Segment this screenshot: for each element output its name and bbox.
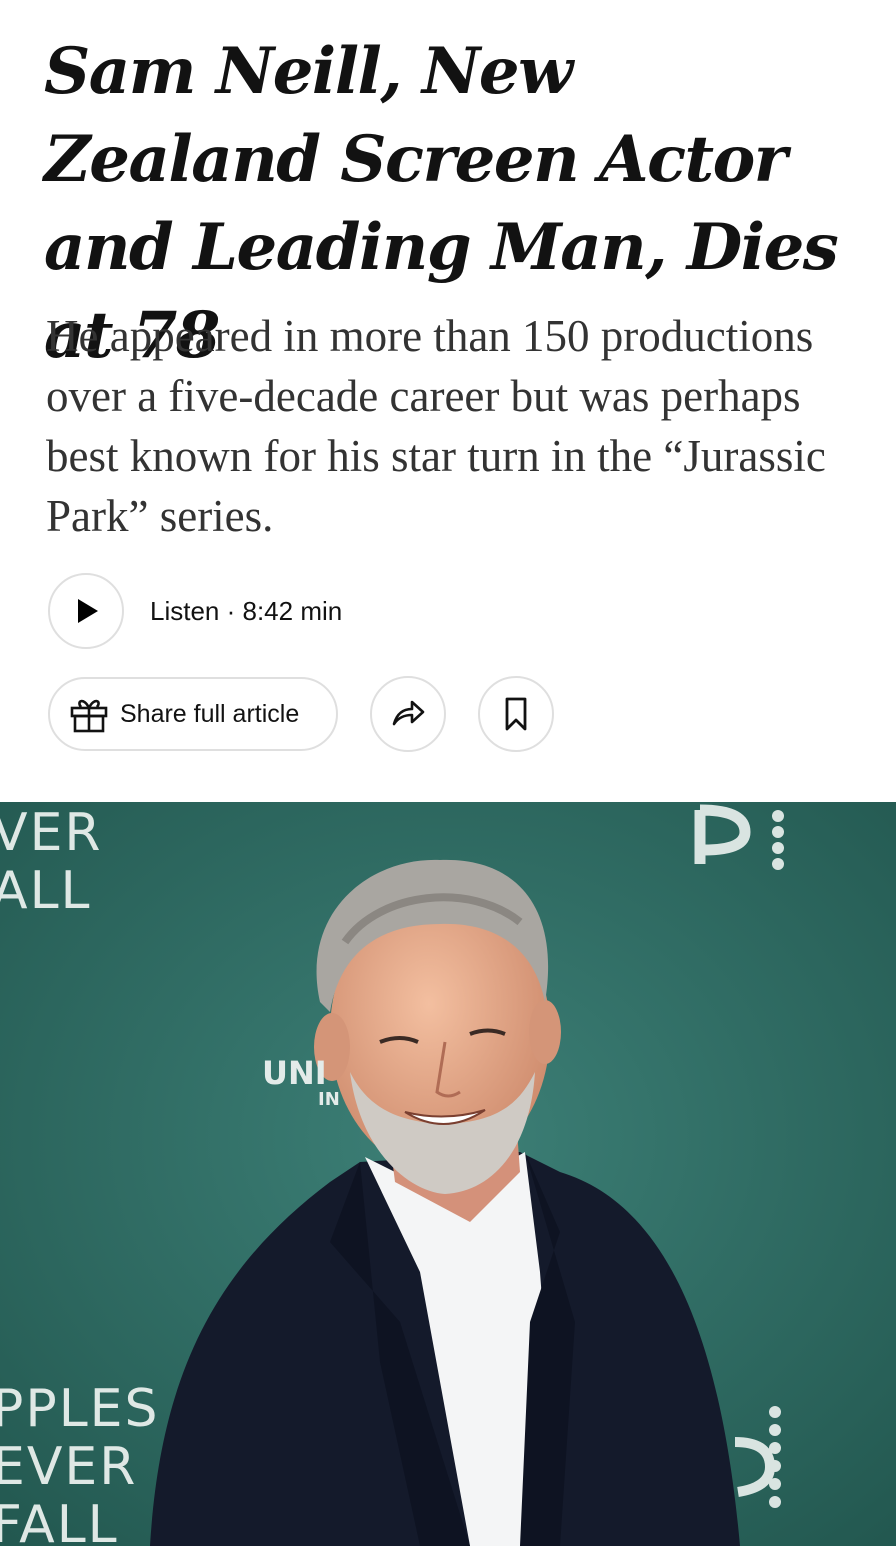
article-header: Sam Neill, New Zealand Screen Actor and … — [0, 0, 896, 802]
backdrop-word: FALL — [0, 1495, 119, 1546]
save-button[interactable] — [478, 676, 554, 752]
backdrop-logo-text: UNI — [262, 1054, 327, 1092]
gift-icon — [70, 699, 108, 733]
backdrop-text-bottom-left: PPLES EVER FALL — [0, 1380, 160, 1546]
share-arrow-icon — [392, 700, 425, 726]
backdrop-logo: UNI IN — [262, 1056, 340, 1110]
backdrop-text-top-left: VER ALL — [0, 804, 103, 920]
listen-duration: Listen · 8:42 min — [150, 595, 343, 626]
share-full-article-label: Share full article — [120, 699, 300, 728]
share-toolbar: Share full article — [48, 674, 554, 754]
play-icon — [78, 599, 98, 623]
backdrop-word: EVER — [0, 1437, 138, 1497]
share-full-article-button[interactable]: Share full article — [48, 677, 338, 751]
backdrop-word: PPLES — [0, 1379, 160, 1439]
listen-row: Listen · 8:42 min — [48, 573, 342, 649]
backdrop-word: ALL — [0, 861, 92, 921]
share-button[interactable] — [370, 676, 446, 752]
lead-photo: VER ALL PPLES EVER FALL UNI IN — [0, 802, 896, 1546]
play-button[interactable] — [48, 573, 124, 649]
backdrop-logo-subtext: IN — [318, 1089, 340, 1110]
bookmark-icon — [505, 697, 527, 731]
backdrop-word: VER — [0, 803, 103, 863]
article-summary: He appeared in more than 150 productions… — [46, 311, 826, 541]
